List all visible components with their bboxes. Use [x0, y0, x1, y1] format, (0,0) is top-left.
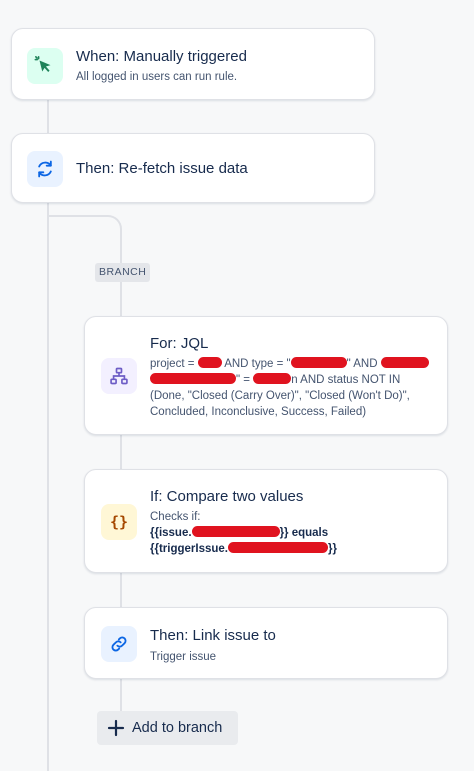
branch-badge: BRANCH [95, 263, 151, 282]
add-to-branch-button[interactable]: Add to branch [97, 711, 238, 745]
trigger-subtitle: All logged in users can run rule. [76, 71, 238, 83]
link-issue-title: Then: Link issue to [150, 627, 276, 644]
compare-conditions: Checks if: {{issue. }} equals {{triggerIs… [150, 509, 440, 557]
jql-text-2b: n AND status NOT IN [291, 374, 401, 386]
redaction-mark [380, 357, 429, 368]
jql-text-1a: project = [150, 358, 198, 370]
cursor-click-icon [27, 48, 63, 84]
compare-text-1b: }} equals [279, 527, 329, 539]
jql-text-4: Concluded, Inconclusive, Success, Failed… [150, 406, 367, 418]
redaction-mark [150, 373, 236, 384]
add-to-branch-label: Add to branch [132, 720, 223, 736]
jql-text-1c: " AND [346, 358, 378, 370]
refetch-title: Then: Re-fetch issue data [76, 160, 248, 177]
refetch-card[interactable]: Then: Re-fetch issue data [11, 133, 375, 203]
for-jql-card[interactable]: For: JQL project = AND type = " " AND " =… [84, 316, 448, 435]
trigger-card[interactable]: When: Manually triggered All logged in u… [11, 28, 375, 100]
trigger-title: When: Manually triggered [76, 48, 247, 65]
for-jql-title: For: JQL [150, 335, 209, 352]
compare-text-1a: {{issue. [150, 527, 192, 539]
checks-label: Checks if: [150, 511, 201, 523]
hierarchy-icon [101, 358, 137, 394]
for-jql-query: project = AND type = " " AND " = n AND st… [150, 356, 440, 420]
compare-text-2b: }} [327, 543, 337, 555]
link-issue-card[interactable]: Then: Link issue to Trigger issue [84, 607, 448, 679]
plus-icon [107, 719, 125, 737]
refresh-icon [27, 151, 63, 187]
redaction-mark [227, 542, 328, 553]
branch-connector-curve [47, 215, 122, 265]
compare-values-card[interactable]: {} If: Compare two values Checks if: {{i… [84, 469, 448, 573]
redaction-mark [191, 526, 280, 537]
redaction-mark [197, 357, 222, 368]
compare-title: If: Compare two values [150, 488, 304, 505]
link-issue-subtitle: Trigger issue [150, 651, 217, 663]
curly-braces-icon: {} [101, 504, 137, 540]
compare-text-2a: {{triggerIssue. [150, 543, 228, 555]
redaction-mark [253, 373, 292, 384]
redaction-mark [290, 357, 347, 368]
jql-text-1b: AND type = " [224, 358, 291, 370]
jql-text-3: (Done, "Closed (Carry Over)", "Closed (W… [150, 390, 410, 402]
jql-text-2a: " = [236, 374, 254, 386]
link-icon [101, 626, 137, 662]
